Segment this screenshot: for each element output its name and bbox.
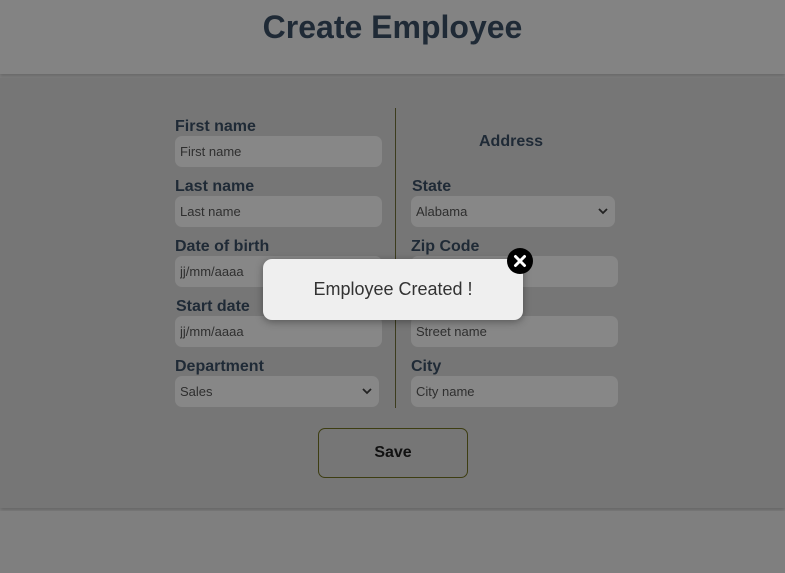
city-input[interactable] <box>416 376 618 407</box>
chevron-down-icon <box>362 376 372 407</box>
department-label: Department <box>175 358 264 375</box>
city-field[interactable] <box>411 376 618 407</box>
last-name-field[interactable] <box>175 196 382 227</box>
city-label: City <box>411 358 442 375</box>
column-divider <box>395 108 396 408</box>
first-name-label: First name <box>175 118 256 135</box>
success-modal: Employee Created ! <box>263 259 523 320</box>
department-selected-value: Sales <box>180 384 213 399</box>
last-name-label: Last name <box>175 178 255 195</box>
save-button[interactable]: Save <box>318 428 468 478</box>
first-name-input[interactable] <box>180 136 382 167</box>
address-title: Address <box>478 133 544 150</box>
chevron-down-icon <box>598 196 608 227</box>
page-title: Create Employee <box>262 9 523 45</box>
header: Create Employee <box>0 0 785 74</box>
first-name-field[interactable] <box>175 136 382 167</box>
footer <box>0 511 785 573</box>
start-date-input[interactable] <box>180 316 382 347</box>
start-date-label: Start date <box>176 298 250 315</box>
modal-message: Employee Created ! <box>313 279 473 299</box>
zip-code-label: Zip Code <box>411 238 480 255</box>
state-selected-value: Alabama <box>416 204 468 219</box>
department-select[interactable]: Sales <box>175 376 379 407</box>
street-field[interactable] <box>411 316 618 347</box>
page: Create Employee First name Last name Dat… <box>0 0 785 573</box>
close-icon[interactable] <box>507 248 533 274</box>
state-label: State <box>412 178 452 195</box>
start-date-field[interactable] <box>175 316 382 347</box>
street-input[interactable] <box>416 316 618 347</box>
date-of-birth-label: Date of birth <box>175 238 270 255</box>
last-name-input[interactable] <box>180 196 382 227</box>
state-select[interactable]: Alabama <box>411 196 615 227</box>
